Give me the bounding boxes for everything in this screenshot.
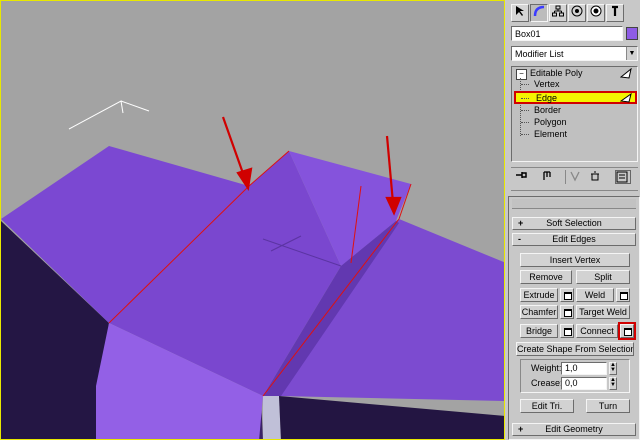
- extrude-button[interactable]: Extrude: [520, 288, 558, 302]
- stack-item-edge-selected[interactable]: Edge: [514, 91, 637, 104]
- chamfer-settings-icon[interactable]: [560, 305, 574, 319]
- rollout-soft-selection[interactable]: + Soft Selection: [512, 217, 636, 230]
- chamfer-button[interactable]: Chamfer: [520, 305, 558, 319]
- stack-item-element[interactable]: Element: [534, 129, 567, 140]
- modifier-list-dropdown[interactable]: Modifier List: [511, 46, 638, 61]
- rollout-title: Edit Geometry: [545, 424, 603, 434]
- target-weld-button[interactable]: Target Weld: [576, 305, 630, 319]
- remove-button[interactable]: Remove: [520, 270, 572, 284]
- stack-item-edge[interactable]: Edge: [536, 93, 557, 104]
- tree-branch: [521, 122, 529, 123]
- display-tab-icon[interactable]: [587, 4, 605, 22]
- collapse-icon[interactable]: −: [516, 69, 527, 80]
- object-color-swatch[interactable]: [626, 27, 638, 40]
- weight-spinner-icon[interactable]: ▲ ▼: [609, 362, 617, 375]
- tree-branch: [521, 134, 529, 135]
- divider: [511, 190, 638, 191]
- mesh-side-edge: [263, 396, 281, 439]
- crease-label: Crease:: [531, 378, 563, 388]
- edit-tri-button[interactable]: Edit Tri.: [520, 399, 574, 413]
- turn-button[interactable]: Turn: [586, 399, 630, 413]
- object-name-field[interactable]: Box01: [511, 26, 623, 41]
- rollout-edit-geometry[interactable]: + Edit Geometry: [512, 423, 636, 436]
- connect-settings-icon[interactable]: [620, 324, 634, 338]
- show-end-result-icon[interactable]: [541, 170, 557, 184]
- rollout-edit-edges[interactable]: - Edit Edges: [512, 233, 636, 246]
- weld-settings-icon[interactable]: [616, 288, 630, 302]
- viewport-scene: [1, 1, 504, 439]
- hierarchy-tab-icon[interactable]: [549, 4, 567, 22]
- motion-tab-icon[interactable]: [568, 4, 586, 22]
- weld-button[interactable]: Weld: [576, 288, 614, 302]
- bridge-button[interactable]: Bridge: [520, 324, 558, 338]
- crease-input[interactable]: 0,0: [561, 377, 607, 390]
- stack-tree-line: [520, 78, 521, 136]
- create-tab-icon[interactable]: [511, 4, 529, 22]
- divider: [565, 170, 566, 184]
- utilities-tab-icon[interactable]: [606, 4, 624, 22]
- stack-item-vertex[interactable]: Vertex: [534, 79, 560, 90]
- weight-crease-group: Weight: 1,0 ▲ ▼ Crease: 0,0 ▲ ▼: [520, 359, 630, 393]
- tree-branch: [521, 98, 529, 99]
- weight-label: Weight:: [531, 363, 562, 373]
- perspective-viewport[interactable]: [0, 0, 505, 440]
- split-button[interactable]: Split: [576, 270, 630, 284]
- stack-item-border[interactable]: Border: [534, 105, 561, 116]
- rollout-title: Soft Selection: [546, 218, 602, 228]
- pin-stack-icon[interactable]: [513, 170, 529, 184]
- chevron-down-icon[interactable]: ▼: [626, 47, 637, 60]
- light-bulb-icon[interactable]: [620, 93, 632, 103]
- extrude-settings-icon[interactable]: [560, 288, 574, 302]
- modifier-stack[interactable]: − Editable Poly Vertex Edge Border Polyg…: [511, 66, 638, 162]
- modify-tab-icon[interactable]: [530, 4, 548, 22]
- connect-button[interactable]: Connect: [576, 324, 618, 338]
- stack-root-editable-poly[interactable]: Editable Poly: [530, 68, 583, 79]
- insert-vertex-button[interactable]: Insert Vertex: [520, 253, 630, 267]
- tree-branch: [521, 110, 529, 111]
- rollout-scroll-bar[interactable]: [512, 199, 636, 209]
- rollout-area[interactable]: + Soft Selection - Edit Edges Insert Ver…: [508, 196, 640, 440]
- light-bulb-icon[interactable]: [620, 68, 632, 79]
- weight-input[interactable]: 1,0: [561, 362, 607, 375]
- rollout-title: Edit Edges: [552, 234, 596, 244]
- make-unique-icon: [569, 170, 585, 184]
- command-panel: Box01 Modifier List ▼ − Editable Poly Ve…: [505, 0, 640, 440]
- bridge-settings-icon[interactable]: [560, 324, 574, 338]
- configure-modifier-sets-icon[interactable]: [615, 170, 631, 184]
- tree-branch: [521, 84, 529, 85]
- divider: [511, 167, 638, 168]
- create-shape-from-selection-button[interactable]: Create Shape From Selection: [516, 342, 634, 356]
- crease-spinner-icon[interactable]: ▲ ▼: [609, 377, 617, 390]
- stack-item-polygon[interactable]: Polygon: [534, 117, 567, 128]
- remove-modifier-icon[interactable]: [589, 170, 605, 184]
- modifier-list-label: Modifier List: [515, 49, 564, 59]
